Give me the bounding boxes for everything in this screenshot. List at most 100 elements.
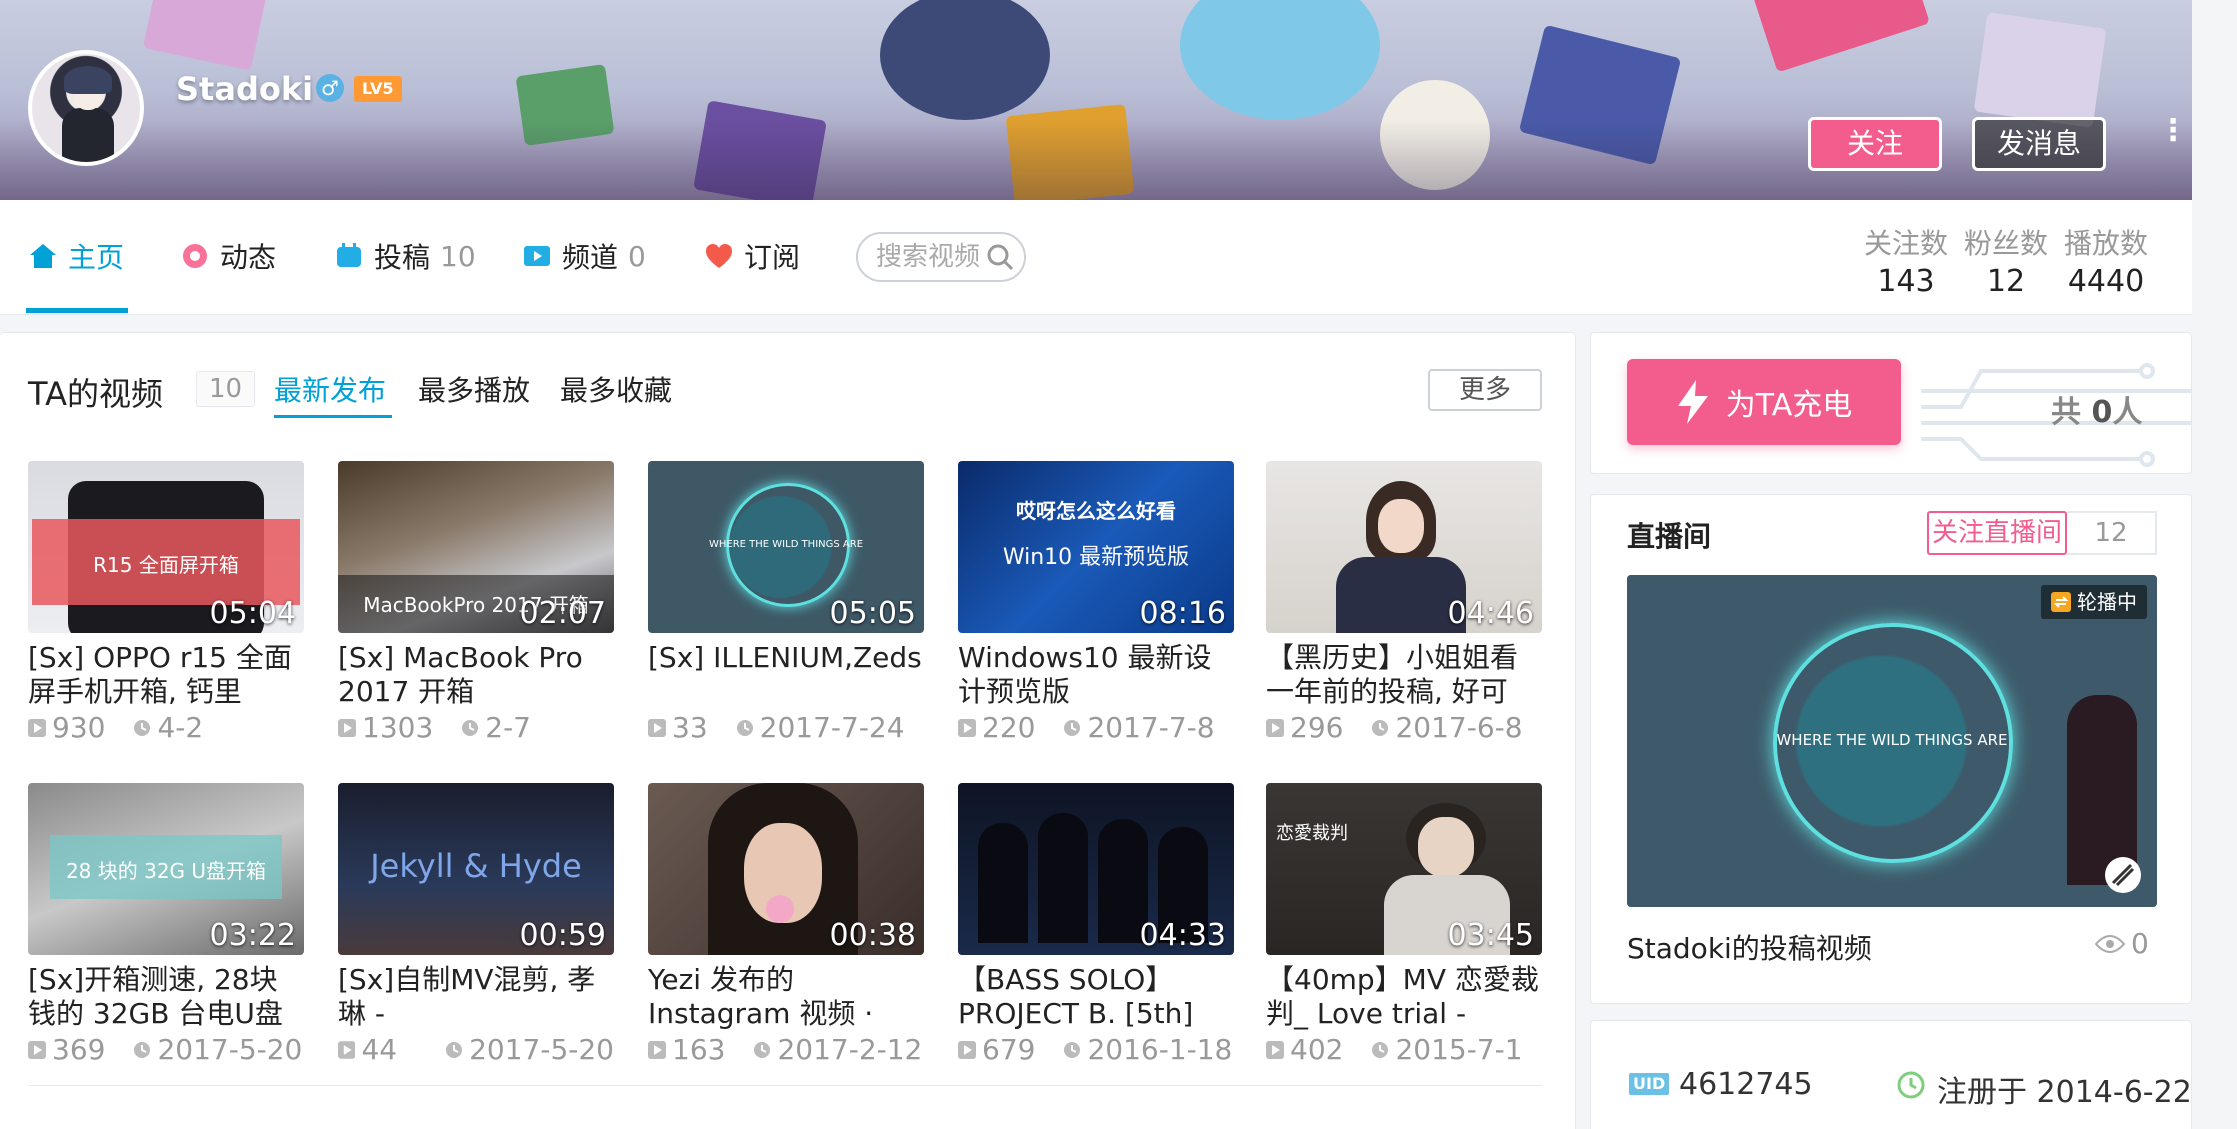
video-card[interactable]: MacBookPro 2017 开箱 02:07 [Sx] MacBook Pr… <box>338 461 614 744</box>
video-duration: 05:04 <box>209 596 296 631</box>
nav-tab-label: 频道 <box>562 241 619 274</box>
thumbnail-caption: 哎呀怎么这么好看 <box>1016 499 1176 523</box>
nav-tab-channels[interactable]: 频道 0 <box>522 234 646 278</box>
send-message-button[interactable]: 发消息 <box>1972 117 2106 171</box>
play-count-icon <box>338 1040 356 1059</box>
avatar[interactable] <box>28 50 144 166</box>
video-thumbnail[interactable]: 04:46 <box>1266 461 1542 633</box>
rotate-icon <box>2051 592 2071 612</box>
stat-value: 12 <box>1986 264 2026 299</box>
clock-icon <box>1372 719 1389 736</box>
video-duration: 03:45 <box>1447 918 1534 953</box>
charge-button-label: 为TA充电 <box>1725 388 1853 423</box>
nav-tab-uploads[interactable]: 投稿 10 <box>334 234 476 278</box>
thumbnail-subcaption: Win10 最新预览版 <box>1002 545 1190 570</box>
video-thumbnail[interactable]: 00:38 <box>648 783 924 955</box>
active-tab-indicator <box>26 308 128 313</box>
banner-gift-shape <box>1973 12 2107 128</box>
video-thumbnail[interactable]: 28 块的 32G U盘开箱 03:22 <box>28 783 304 955</box>
following-stat[interactable]: 关注数 143 <box>1864 222 1948 299</box>
video-thumbnail[interactable]: MacBookPro 2017 开箱 02:07 <box>338 461 614 633</box>
video-duration: 00:59 <box>519 918 606 953</box>
video-thumbnail[interactable]: 恋愛裁判 03:45 <box>1266 783 1542 955</box>
live-thumbnail[interactable]: WHERE THE WILD THINGS ARE 轮播中 <box>1627 575 2157 907</box>
video-meta: 220 2017-7-8 <box>958 711 1234 744</box>
video-card[interactable]: 恋愛裁判 03:45 【40mp】MV 恋愛裁判_ Love trial - 4… <box>1266 783 1542 1066</box>
upload-icon <box>337 243 361 267</box>
play-count-icon <box>958 718 976 737</box>
play-count: 33 <box>672 711 708 744</box>
video-title[interactable]: [Sx]自制MV混剪, 孝琳 - <box>338 963 614 1031</box>
clock-icon <box>1064 1041 1081 1058</box>
play-count: 220 <box>982 711 1036 744</box>
more-options-icon[interactable]: ⋮ <box>2158 116 2188 164</box>
video-card[interactable]: 哎呀怎么这么好看 Win10 最新预览版 08:16 Windows10 最新设… <box>958 461 1234 744</box>
stat-value: 4440 <box>2067 264 2145 299</box>
video-title[interactable]: [Sx] ILLENIUM,Zeds <box>648 641 924 709</box>
play-count-icon <box>648 1040 666 1059</box>
video-thumbnail[interactable]: 哎呀怎么这么好看 Win10 最新预览版 08:16 <box>958 461 1234 633</box>
live-room-name[interactable]: Stadoki的投稿视频 <box>1627 927 1872 967</box>
charge-total-count: 0 <box>2091 395 2113 430</box>
video-title[interactable]: 【40mp】MV 恋愛裁判_ Love trial - <box>1266 963 1542 1031</box>
video-meta: 163 2017-2-12 <box>648 1033 924 1066</box>
video-card[interactable]: 00:38 Yezi 发布的 Instagram 视频 · 163 2017-2… <box>648 783 924 1066</box>
search-input[interactable]: 搜索视频 <box>856 232 1026 282</box>
person-body <box>1336 557 1466 633</box>
male-gender-icon: ♂ <box>316 74 344 102</box>
video-title[interactable]: Yezi 发布的 Instagram 视频 · <box>648 963 924 1031</box>
charge-total: 共 0人 <box>2051 387 2142 431</box>
nav-tab-home[interactable]: 主页 <box>28 234 124 278</box>
video-card[interactable]: WHERE THE WILD THINGS ARE 05:05 [Sx] ILL… <box>648 461 924 744</box>
more-videos-button[interactable]: 更多 <box>1428 369 1542 411</box>
stat-label: 关注数 <box>1864 227 1949 260</box>
video-thumbnail[interactable]: WHERE THE WILD THINGS ARE 05:05 <box>648 461 924 633</box>
followers-stat[interactable]: 粉丝数 12 <box>1964 222 2048 299</box>
tab-latest[interactable]: 最新发布 <box>274 369 386 409</box>
video-title[interactable]: 【黑历史】小姐姐看一年前的投稿, 好可 <box>1266 641 1542 709</box>
video-card[interactable]: 04:46 【黑历史】小姐姐看一年前的投稿, 好可 296 2017-6-8 <box>1266 461 1542 744</box>
video-title[interactable]: 【BASS SOLO】PROJECT B. [5th] <box>958 963 1234 1031</box>
play-count: 1303 <box>362 711 434 744</box>
follow-button[interactable]: 关注 <box>1808 117 1942 171</box>
thumbnail-caption: R15 全面屏开箱 <box>93 553 239 577</box>
view-count: 0 <box>2131 927 2149 960</box>
username[interactable]: Stadoki <box>176 70 313 108</box>
section-divider <box>28 1085 1542 1086</box>
banner-character-girl <box>1180 0 1380 120</box>
nav-tab-subscriptions[interactable]: 订阅 <box>704 234 800 278</box>
follow-live-button[interactable]: 关注直播间 <box>1927 511 2067 555</box>
video-card[interactable]: 04:33 【BASS SOLO】PROJECT B. [5th] 679 20… <box>958 783 1234 1066</box>
avatar-figure <box>62 108 114 162</box>
video-title[interactable]: [Sx] MacBook Pro 2017 开箱 <box>338 641 614 709</box>
play-count-icon <box>1266 1040 1284 1059</box>
upload-date: 2-7 <box>485 711 531 744</box>
charge-total-suffix: 人 <box>2112 395 2143 430</box>
nav-tab-label: 主页 <box>68 241 125 274</box>
search-icon[interactable] <box>986 243 1014 271</box>
video-duration: 03:22 <box>209 918 296 953</box>
tab-most-played[interactable]: 最多播放 <box>418 369 530 409</box>
plays-stat: 播放数 4440 <box>2064 222 2148 299</box>
upload-date: 4-2 <box>157 711 204 744</box>
video-meta: 44 2017-5-20 <box>338 1033 614 1066</box>
video-card[interactable]: Jekyll & Hyde 00:59 [Sx]自制MV混剪, 孝琳 - 44 … <box>338 783 614 1066</box>
video-card[interactable]: 28 块的 32G U盘开箱 03:22 [Sx]开箱测速, 28块钱的 32G… <box>28 783 304 1066</box>
banner-gift-shape <box>1750 0 1930 73</box>
video-thumbnail[interactable]: R15 全面屏开箱 05:04 <box>28 461 304 633</box>
video-meta: 402 2015-7-1 <box>1266 1033 1542 1066</box>
video-title[interactable]: Windows10 最新设计预览版 <box>958 641 1234 709</box>
charge-button[interactable]: 为TA充电 <box>1627 359 1901 445</box>
video-card[interactable]: R15 全面屏开箱 05:04 [Sx] OPPO r15 全面屏手机开箱, 钙… <box>28 461 304 744</box>
video-title[interactable]: [Sx]开箱测速, 28块钱的 32GB 台电U盘 <box>28 963 304 1031</box>
clock-icon <box>462 719 479 736</box>
tab-most-favorited[interactable]: 最多收藏 <box>560 369 672 409</box>
nav-tab-feed[interactable]: 动态 <box>180 234 276 278</box>
video-thumbnail[interactable]: 04:33 <box>958 783 1234 955</box>
video-duration: 02:07 <box>519 596 606 631</box>
video-title[interactable]: [Sx] OPPO r15 全面屏手机开箱, 钙里 <box>28 641 304 709</box>
video-thumbnail[interactable]: Jekyll & Hyde 00:59 <box>338 783 614 955</box>
live-room-panel: 直播间 关注直播间 12 WHERE THE WILD THINGS ARE 轮… <box>1590 494 2192 1004</box>
uid-value: 4612745 <box>1679 1067 1813 1102</box>
stat-value: 143 <box>1877 264 1935 299</box>
